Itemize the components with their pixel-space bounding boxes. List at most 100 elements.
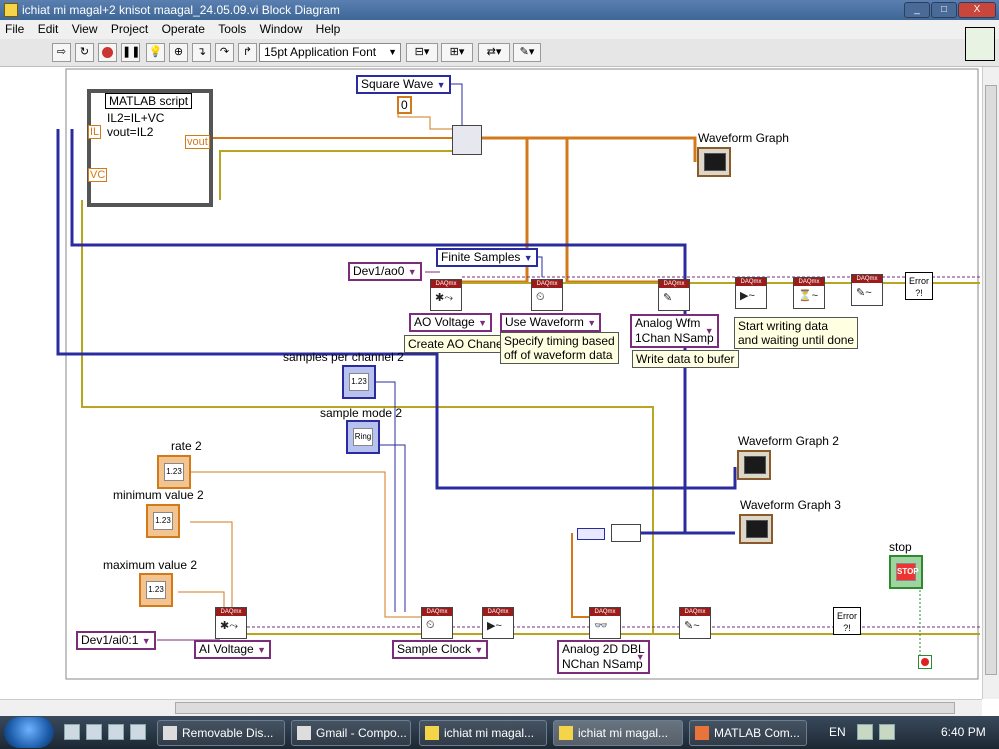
menu-file[interactable]: File <box>0 20 29 39</box>
daqmx-ai-start-icon[interactable]: DAQmx ▶~ <box>482 607 514 639</box>
square-wave-ring[interactable]: Square Wave ▼ <box>356 75 451 94</box>
waveform-graph-3-terminal[interactable] <box>739 514 773 544</box>
dev-ai-constant[interactable]: Dev1/ai0:1 ▼ <box>76 631 156 650</box>
quick-launch-icon[interactable] <box>86 724 102 740</box>
daqmx-ai-clear-icon[interactable]: DAQmx ✎~ <box>679 607 711 639</box>
align-objects-icon[interactable]: ⊟▾ <box>406 43 438 62</box>
highlight-execution-icon[interactable]: 💡 <box>146 43 165 62</box>
matlab-input-vc[interactable]: VC <box>88 168 108 182</box>
loop-condition-icon[interactable] <box>918 655 932 669</box>
menu-project[interactable]: Project <box>106 20 153 39</box>
maximize-button[interactable]: □ <box>931 2 957 18</box>
matlab-line-1: IL2=IL+VC <box>107 111 165 125</box>
horizontal-scrollbar[interactable] <box>0 699 982 716</box>
reorder-icon[interactable]: ⇄▾ <box>478 43 510 62</box>
chevron-down-icon: ▼ <box>474 645 484 655</box>
dev-ai-label: Dev1/ai0:1 <box>81 633 139 647</box>
matlab-output-vout[interactable]: vout <box>185 135 210 149</box>
maximum-value-control[interactable]: 1.23 <box>139 573 173 607</box>
daqmx-clear-task-icon[interactable]: DAQmx ✎~ <box>851 274 883 306</box>
matlab-script-node[interactable]: MATLAB script IL2=IL+VC vout=IL2 IL VC v… <box>87 89 213 207</box>
vi-connector-icon[interactable] <box>965 27 995 61</box>
abort-icon[interactable] <box>98 43 117 62</box>
task-labview-block-diagram[interactable]: ichiat mi magal... <box>553 720 683 746</box>
stop-button-terminal[interactable]: STOP <box>889 555 923 589</box>
dev-ao-constant[interactable]: Dev1/ao0 ▼ <box>348 262 422 281</box>
daqmx-start-task-icon[interactable]: DAQmx ▶~ <box>735 277 767 309</box>
minimum-value-label: minimum value 2 <box>113 488 204 502</box>
daqmx-write-icon[interactable]: DAQmx ✎ <box>658 279 690 311</box>
step-out-icon[interactable]: ↱ <box>238 43 257 62</box>
run-arrow-icon[interactable]: ⇨ <box>52 43 71 62</box>
waveform-graph-2-terminal[interactable] <box>737 450 771 480</box>
samples-per-channel-control[interactable]: 1.23 <box>342 365 376 399</box>
minimize-button[interactable]: _ <box>904 2 930 18</box>
step-into-icon[interactable]: ↴ <box>192 43 211 62</box>
ao-voltage-selector[interactable]: AO Voltage ▼ <box>409 313 492 332</box>
analog-wfm-selector[interactable]: Analog Wfm 1Chan NSamp ▼ <box>630 314 719 348</box>
daqmx-timing-icon[interactable]: DAQmx ⏲ <box>531 279 563 311</box>
basic-function-generator-icon[interactable] <box>452 125 482 155</box>
minimum-value-control[interactable]: 1.23 <box>146 504 180 538</box>
daqmx-create-ai-channel-icon[interactable]: DAQmx ✱⤳ <box>215 607 247 639</box>
daqmx-ai-timing-icon[interactable]: DAQmx ⏲ <box>421 607 453 639</box>
vertical-scrollbar[interactable] <box>982 67 999 699</box>
language-indicator[interactable]: EN <box>829 716 846 749</box>
retain-wire-values-icon[interactable]: ⊕ <box>169 43 188 62</box>
quick-launch-icon[interactable] <box>108 724 124 740</box>
daqmx-wait-until-done-icon[interactable]: DAQmx ⏳~ <box>793 277 825 309</box>
chevron-down-icon: ▼ <box>478 318 487 328</box>
menu-help[interactable]: Help <box>311 20 346 39</box>
error-handler-bottom-icon[interactable]: Error ?! <box>833 607 861 635</box>
tray-icon[interactable] <box>879 724 895 740</box>
matlab-input-il[interactable]: IL <box>88 125 102 139</box>
menu-view[interactable]: View <box>67 20 103 39</box>
menu-window[interactable]: Window <box>255 20 308 39</box>
analog-wfm-line-2: 1Chan NSamp <box>635 331 714 345</box>
quick-launch-icon[interactable] <box>130 724 146 740</box>
analog-2d-selector[interactable]: Analog 2D DBL NChan NSamp ▼ <box>557 640 650 674</box>
distribute-objects-icon[interactable]: ⊞▾ <box>441 43 473 62</box>
waveform-graph-3-label: Waveform Graph 3 <box>740 498 841 512</box>
use-waveform-selector[interactable]: Use Waveform ▼ <box>500 313 602 332</box>
sample-mode-label: sample mode 2 <box>320 406 403 420</box>
task-gmail[interactable]: Gmail - Compo... <box>291 720 411 746</box>
sample-mode-control[interactable]: Ring <box>346 420 380 454</box>
matlab-icon <box>695 726 709 740</box>
zero-constant[interactable]: 0 <box>397 96 412 114</box>
daqmx-read-icon[interactable]: DAQmx 👓 <box>589 607 621 639</box>
build-waveform-icon[interactable] <box>577 528 605 540</box>
horizontal-scroll-thumb[interactable] <box>175 702 955 714</box>
pause-icon[interactable]: ❚❚ <box>121 43 140 62</box>
ai-voltage-selector[interactable]: AI Voltage ▼ <box>194 640 271 659</box>
step-over-icon[interactable]: ↷ <box>215 43 234 62</box>
start-button[interactable] <box>4 717 54 748</box>
clean-up-diagram-icon[interactable]: ✎▾ <box>513 43 541 62</box>
menu-tools[interactable]: Tools <box>213 20 251 39</box>
vertical-scroll-thumb[interactable] <box>985 85 997 675</box>
show-desktop-icon[interactable] <box>64 724 80 740</box>
font-select[interactable]: 15pt Application Font ▼ <box>259 43 401 62</box>
sample-clock-selector[interactable]: Sample Clock ▼ <box>392 640 489 659</box>
chevron-down-icon: ▼ <box>587 318 597 328</box>
tray-icon[interactable] <box>857 724 873 740</box>
menu-bar: File Edit View Project Operate Tools Win… <box>0 20 999 39</box>
menu-operate[interactable]: Operate <box>157 20 210 39</box>
sample-clock-label: Sample Clock <box>397 642 472 656</box>
finite-samples-ring[interactable]: Finite Samples ▼ <box>436 248 538 267</box>
close-button[interactable]: X <box>958 2 996 18</box>
task-removable-disk[interactable]: Removable Dis... <box>157 720 285 746</box>
rate-control[interactable]: 1.23 <box>157 455 191 489</box>
task-labview-front-panel[interactable]: ichiat mi magal... <box>419 720 547 746</box>
menu-edit[interactable]: Edit <box>33 20 64 39</box>
maximum-value-label: maximum value 2 <box>103 558 198 572</box>
block-diagram-canvas[interactable]: MATLAB script IL2=IL+VC vout=IL2 IL VC v… <box>0 67 982 699</box>
note-write-buffer: Write data to bufer <box>632 350 739 368</box>
index-array-icon[interactable] <box>611 524 641 542</box>
waveform-graph-terminal[interactable] <box>697 147 731 177</box>
error-handler-top-icon[interactable]: Error ?! <box>905 272 933 300</box>
daqmx-create-channel-icon[interactable]: DAQmx ✱⤳ <box>430 279 462 311</box>
task-matlab[interactable]: MATLAB Com... <box>689 720 807 746</box>
run-continuous-icon[interactable]: ↻ <box>75 43 94 62</box>
browser-icon <box>297 726 311 740</box>
